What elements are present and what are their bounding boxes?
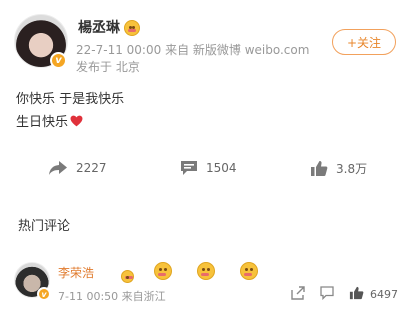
comment-like-count: 6497 [370,288,398,301]
comment-button[interactable]: 1504 [180,160,237,176]
comment-emoji-icon [240,262,259,280]
post-time[interactable]: 22-7-11 00:00 [76,43,161,57]
reply-icon[interactable] [320,286,334,300]
post-text-line-2-label: 生日快乐 [16,115,69,130]
comment-meta: 7-11 00:50 来自浙江 [58,288,166,304]
like-count: 3.8万 [336,162,368,176]
commenter-badge-icon [121,270,135,283]
repost-button[interactable]: 2227 [48,160,107,176]
post-meta: 22-7-11 00:00 来自 新版微博 weibo.com [76,41,309,58]
post-text-line-1: 你快乐 于是我快乐 [16,92,125,107]
repost-count: 2227 [76,161,107,175]
comment-source: 来自浙江 [121,290,166,303]
comment-icon [181,161,197,175]
hot-comments-title: 热门评论 [18,219,71,234]
thumbs-up-icon [311,161,328,176]
post-source: 来自 新版微博 weibo.com [165,43,310,57]
commenter-name[interactable]: 李荣浩 [58,264,94,281]
emoji-icon [124,20,140,36]
follow-button[interactable]: +关注 [332,29,396,55]
comment-like-icon[interactable] [349,286,364,300]
comment-emoji-icon [197,262,216,280]
author-name[interactable]: 楊丞琳 [78,17,120,37]
repost-icon [49,161,67,175]
heart-icon [70,115,83,127]
post-location: 发布于 北京 [76,60,140,74]
commenter-verified-icon: v [37,287,51,301]
comment-time: 7-11 00:50 [58,290,119,303]
comment-count: 1504 [206,161,237,175]
verified-badge-icon: v [50,52,67,69]
like-button[interactable]: 3.8万 [310,160,367,177]
share-icon[interactable] [291,286,305,300]
comment-emoji-icon [154,262,173,280]
post-text-line-2: 生日快乐 [16,111,83,130]
